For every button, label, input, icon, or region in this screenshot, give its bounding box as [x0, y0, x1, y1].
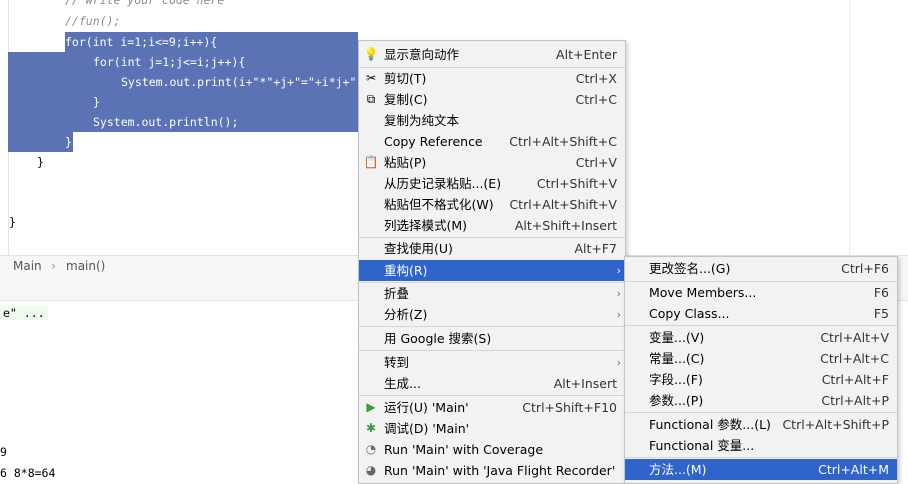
menu-item-copy-reference[interactable]: Copy Reference Ctrl+Alt+Shift+C — [359, 131, 625, 152]
menu-item-google-search[interactable]: 用 Google 搜索(S) — [359, 328, 625, 349]
coverage-icon: ◔ — [365, 442, 377, 456]
code-line: //fun(); — [65, 14, 121, 28]
submenu-item-parameter[interactable]: 参数...(P) Ctrl+Alt+P — [625, 390, 897, 411]
chevron-right-icon: › — [616, 308, 621, 321]
menu-item-find-usages[interactable]: 查找使用(U) Alt+F7 — [359, 238, 625, 259]
scissors-icon: ✂ — [365, 71, 377, 85]
refactor-submenu: 更改签名...(G) Ctrl+F6 Move Members... F6 Co… — [624, 256, 898, 484]
run-icon: ▶ — [366, 400, 376, 414]
bug-icon: ✱ — [365, 421, 377, 435]
output-line: 6 8*8=64 — [0, 466, 56, 480]
menu-separator — [625, 412, 897, 413]
menu-item-folding[interactable]: 折叠 › — [359, 283, 625, 304]
code-line: } — [9, 215, 16, 229]
menu-item-cut[interactable]: ✂ 剪切(T) Ctrl+X — [359, 68, 625, 89]
submenu-item-functional-variable[interactable]: Functional 变量... — [625, 435, 897, 456]
menu-item-copy-plain-text[interactable]: 复制为纯文本 — [359, 110, 625, 131]
menu-item-paste-from-history[interactable]: 从历史记录粘贴...(E) Ctrl+Shift+V — [359, 173, 625, 194]
code-line: // Write your code here — [65, 0, 225, 7]
menu-separator — [359, 395, 625, 396]
submenu-item-functional-parameter[interactable]: Functional 参数...(L) Ctrl+Alt+Shift+P — [625, 414, 897, 435]
code-line: } — [65, 135, 72, 149]
chevron-right-icon: › — [616, 264, 621, 277]
submenu-item-constant[interactable]: 常量...(C) Ctrl+Alt+C — [625, 348, 897, 369]
submenu-item-change-signature[interactable]: 更改签名...(G) Ctrl+F6 — [625, 258, 897, 279]
menu-item-column-selection[interactable]: 列选择模式(M) Alt+Shift+Insert — [359, 215, 625, 236]
menu-item-copy[interactable]: ⧉ 复制(C) Ctrl+C — [359, 89, 625, 110]
submenu-item-move-members[interactable]: Move Members... F6 — [625, 282, 897, 303]
context-menu: 💡 显示意向动作 Alt+Enter ✂ 剪切(T) Ctrl+X ⧉ 复制(C… — [358, 40, 626, 484]
chevron-right-icon: › — [616, 287, 621, 300]
menu-separator — [625, 325, 897, 326]
clipboard-icon: 📋 — [363, 155, 379, 169]
code-line: } — [37, 155, 44, 169]
output-line: 9 — [0, 445, 7, 459]
menu-item-debug-main[interactable]: ✱ 调试(D) 'Main' — [359, 418, 625, 439]
menu-item-paste-no-format[interactable]: 粘贴但不格式化(W) Ctrl+Alt+Shift+V — [359, 194, 625, 215]
menu-separator — [359, 350, 625, 351]
menu-item-analyze[interactable]: 分析(Z) › — [359, 304, 625, 325]
copy-icon: ⧉ — [366, 92, 376, 106]
lightbulb-icon: 💡 — [363, 47, 379, 61]
menu-item-show-intention-actions[interactable]: 💡 显示意向动作 Alt+Enter — [359, 44, 625, 65]
breadcrumb-separator: › — [51, 259, 56, 273]
code-line: System.out.print(i+"*"+j+"="+i*j+" — [121, 75, 357, 89]
menu-item-refactor[interactable]: 重构(R) › — [359, 260, 625, 281]
submenu-item-field[interactable]: 字段...(F) Ctrl+Alt+F — [625, 369, 897, 390]
inline-hint: e" ... — [0, 306, 48, 320]
menu-item-run-main[interactable]: ▶ 运行(U) 'Main' Ctrl+Shift+F10 — [359, 397, 625, 418]
submenu-item-copy-class[interactable]: Copy Class... F5 — [625, 303, 897, 324]
menu-separator — [359, 326, 625, 327]
selection-highlight — [8, 132, 73, 152]
breadcrumb-item-main[interactable]: Main — [13, 259, 42, 273]
code-line: System.out.println(); — [93, 115, 239, 129]
menu-item-goto[interactable]: 转到 › — [359, 352, 625, 373]
code-line: } — [93, 95, 100, 109]
menu-item-run-with-jfr[interactable]: ◕ Run 'Main' with 'Java Flight Recorder' — [359, 460, 625, 481]
submenu-item-method[interactable]: 方法...(M) Ctrl+Alt+M — [625, 459, 897, 480]
right-margin-guide — [849, 0, 850, 255]
menu-item-run-with-coverage[interactable]: ◔ Run 'Main' with Coverage — [359, 439, 625, 460]
menu-item-generate[interactable]: 生成... Alt+Insert — [359, 373, 625, 394]
code-line: for(int i=1;i<=9;i++){ — [65, 35, 218, 49]
menu-item-paste[interactable]: 📋 粘贴(P) Ctrl+V — [359, 152, 625, 173]
submenu-item-variable[interactable]: 变量...(V) Ctrl+Alt+V — [625, 327, 897, 348]
chevron-right-icon: › — [616, 356, 621, 369]
code-line: for(int j=1;j<=i;j++){ — [93, 55, 246, 69]
profiler-icon: ◕ — [365, 463, 377, 477]
menu-separator — [625, 457, 897, 458]
breadcrumb-item-method[interactable]: main() — [66, 259, 105, 273]
